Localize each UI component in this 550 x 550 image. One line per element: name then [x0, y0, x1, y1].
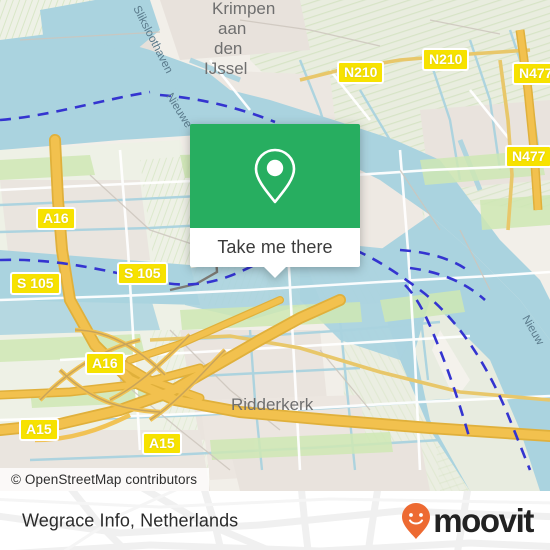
moovit-pin-smiley-icon: [402, 502, 431, 539]
road-shield-label: A15: [26, 421, 52, 437]
svg-text:den: den: [214, 39, 242, 58]
svg-text:Ridderkerk: Ridderkerk: [231, 395, 314, 414]
take-me-there-callout[interactable]: Take me there: [190, 124, 360, 278]
osm-attribution[interactable]: © OpenStreetMap contributors: [0, 468, 209, 491]
road-shield-label: S 105: [124, 265, 161, 281]
callout-icon-panel: [190, 124, 360, 228]
road-shield: A15: [142, 432, 182, 456]
road-shield-label: A16: [92, 355, 118, 371]
moovit-logo[interactable]: moovit: [401, 502, 534, 540]
svg-text:aan: aan: [218, 19, 246, 38]
moovit-wordmark: moovit: [433, 502, 534, 539]
callout-pointer: [264, 267, 286, 278]
svg-text:Krimpen: Krimpen: [212, 0, 275, 18]
road-shield: A16: [36, 207, 76, 231]
take-me-there-label: Take me there: [217, 237, 333, 257]
road-shield-label: A16: [43, 210, 69, 226]
road-shield-label: N210: [429, 51, 463, 67]
road-shield: N210: [337, 61, 385, 85]
road-shield-label: A15: [149, 435, 175, 451]
road-shield: A15: [19, 418, 59, 442]
road-shield: S 105: [117, 262, 168, 286]
road-shield-label: N477: [519, 65, 550, 81]
road-shield: A16: [85, 352, 125, 376]
road-shield: N210: [422, 48, 470, 72]
road-shield: N477: [512, 62, 550, 86]
road-shield: N477: [505, 145, 550, 169]
road-shield-label: N210: [344, 64, 378, 80]
svg-text:IJssel: IJssel: [204, 59, 247, 78]
map-pin-icon: [254, 148, 296, 204]
location-title: Wegrace Info, Netherlands: [22, 510, 239, 530]
osm-attribution-text: © OpenStreetMap contributors: [11, 472, 198, 487]
callout-action-bar[interactable]: Take me there: [190, 228, 360, 278]
road-shield: S 105: [10, 272, 61, 296]
footer-bar: Wegrace Info, Netherlands moovit: [0, 491, 550, 550]
moovit-map-screenshot: Krimpen aan den IJssel Ridderkerk Sliksl…: [0, 0, 550, 550]
road-shield-label: N477: [512, 148, 546, 164]
road-shield-label: S 105: [17, 275, 54, 291]
